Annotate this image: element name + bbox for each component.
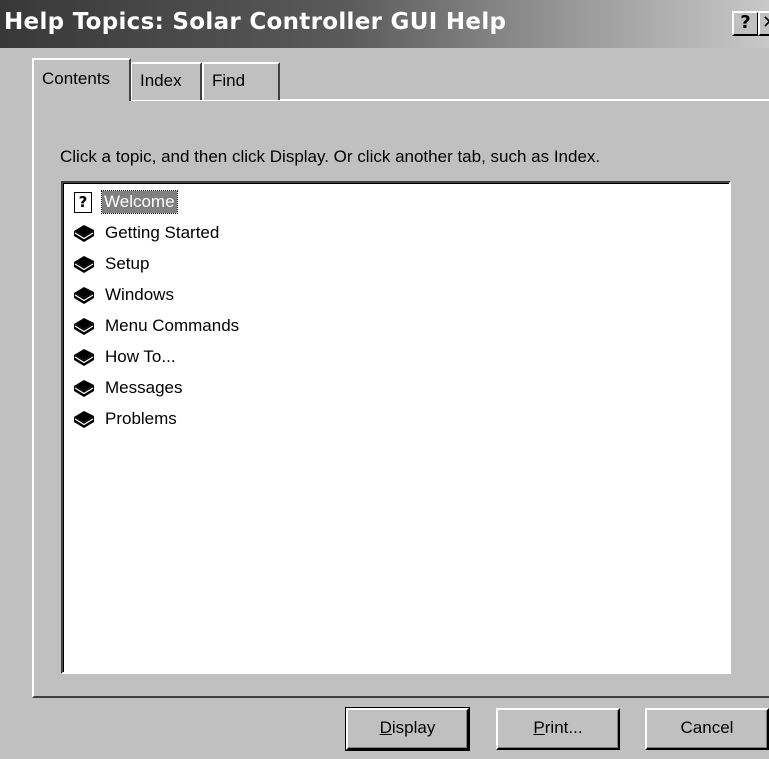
topic-messages[interactable]: Messages (72, 374, 184, 402)
topic-label: Setup (105, 254, 150, 273)
instruction-text: Click a topic, and then click Display. O… (60, 147, 601, 166)
topic-label: How To... (105, 347, 176, 366)
topic-getting-started[interactable]: Getting Started (72, 219, 221, 247)
cancel-button[interactable]: Cancel (645, 708, 769, 750)
book-icon (72, 315, 96, 337)
print-label: rint... (544, 718, 583, 737)
tab-index[interactable]: Index (131, 62, 202, 100)
topic-label: Windows (105, 285, 174, 304)
topic-setup[interactable]: Setup (72, 250, 151, 278)
topic-problems[interactable]: Problems (72, 405, 179, 433)
topic-windows[interactable]: Windows (72, 281, 176, 309)
book-icon (72, 222, 96, 244)
topic-label: Getting Started (105, 223, 220, 242)
topic-how-to[interactable]: How To... (72, 343, 178, 371)
topic-list[interactable]: ? Welcome Getting Started Setup Windows … (61, 181, 731, 674)
book-icon (72, 346, 96, 368)
topic-label: Messages (105, 378, 183, 397)
book-icon (72, 253, 96, 275)
display-mnemonic: D (379, 718, 392, 737)
help-topics-dialog: Help Topics: Solar Controller GUI Help ?… (0, 0, 769, 759)
book-icon (72, 377, 96, 399)
tab-joint (34, 98, 129, 103)
print-button[interactable]: Print... (496, 708, 620, 750)
topic-label: Menu Commands (105, 316, 240, 335)
window-title: Help Topics: Solar Controller GUI Help (4, 9, 507, 35)
help-button[interactable]: ? (732, 11, 759, 36)
topic-label: Problems (105, 409, 177, 428)
question-page-icon: ? (74, 191, 92, 213)
book-icon (72, 284, 96, 306)
title-bar[interactable]: Help Topics: Solar Controller GUI Help ?… (0, 0, 769, 48)
display-label: isplay (391, 718, 436, 737)
book-icon (72, 408, 96, 430)
close-button[interactable]: ✕ (758, 11, 769, 36)
display-button[interactable]: Display (345, 707, 470, 751)
tab-contents[interactable]: Contents (32, 58, 131, 101)
topic-label: Welcome (101, 190, 178, 214)
tab-find[interactable]: Find (202, 62, 280, 100)
topic-welcome[interactable]: ? Welcome (72, 188, 178, 216)
print-mnemonic: P (533, 718, 545, 737)
topic-menu-commands[interactable]: Menu Commands (72, 312, 241, 340)
